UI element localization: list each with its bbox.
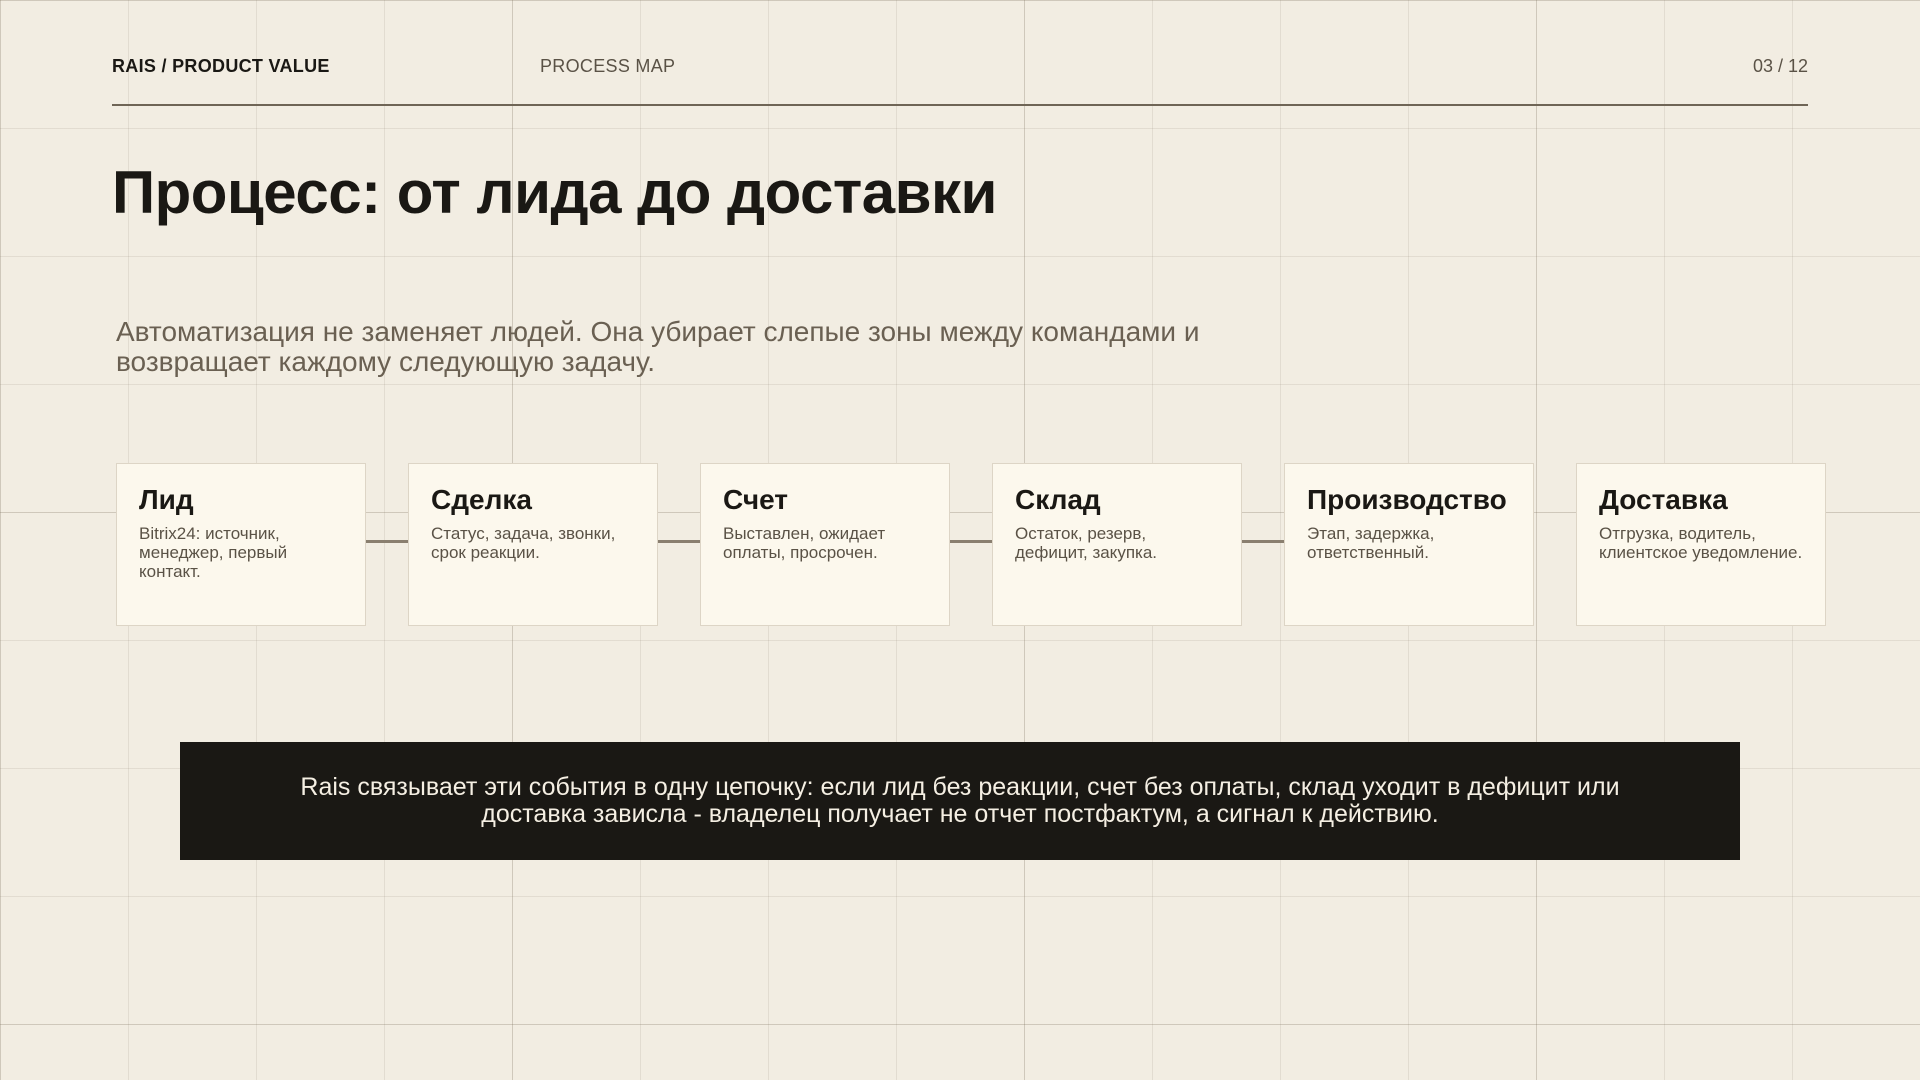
step-title: Сделка	[431, 484, 532, 515]
step-description: Остаток, резерв, дефицит, закупка.	[1015, 524, 1158, 562]
page-title: Процесс: от лида до доставки	[112, 159, 997, 226]
step-card-warehouse: Склад Остаток, резерв, дефицит, закупка.	[992, 463, 1242, 626]
step-description: Этап, задержка, ответственный.	[1307, 524, 1435, 562]
section-label: PROCESS MAP	[540, 56, 676, 76]
step-card-deal: Сделка Статус, задача, звонки, срок реак…	[408, 463, 658, 626]
step-card-lead: Лид Bitrix24: источник, менеджер, первый…	[116, 463, 366, 626]
step-title: Счет	[723, 484, 789, 515]
step-description: Выставлен, ожидает оплаты, просрочен.	[723, 524, 886, 562]
step-title: Склад	[1015, 484, 1101, 515]
step-description: Bitrix24: источник, менеджер, первый кон…	[139, 524, 288, 581]
page-subtitle: Автоматизация не заменяет людей. Она уби…	[116, 316, 1200, 377]
step-card-invoice: Счет Выставлен, ожидает оплаты, просроче…	[700, 463, 950, 626]
slide-header: RAIS / PRODUCT VALUE PROCESS MAP 03 / 12	[112, 56, 1808, 106]
step-card-production: Производство Этап, задержка, ответственн…	[1284, 463, 1534, 626]
brand-label: RAIS / PRODUCT VALUE	[112, 56, 330, 76]
step-title: Производство	[1307, 484, 1507, 515]
page-counter: 03 / 12	[1752, 56, 1808, 76]
step-description: Статус, задача, звонки, срок реакции.	[431, 524, 616, 562]
step-title: Доставка	[1599, 484, 1728, 515]
summary-banner-text: Rais связывает эти события в одну цепочк…	[300, 773, 1620, 828]
step-description: Отгрузка, водитель, клиентское уведомлен…	[1599, 524, 1803, 562]
step-card-delivery: Доставка Отгрузка, водитель, клиентское …	[1576, 463, 1826, 626]
summary-banner: Rais связывает эти события в одну цепочк…	[180, 742, 1740, 860]
step-title: Лид	[139, 484, 194, 515]
